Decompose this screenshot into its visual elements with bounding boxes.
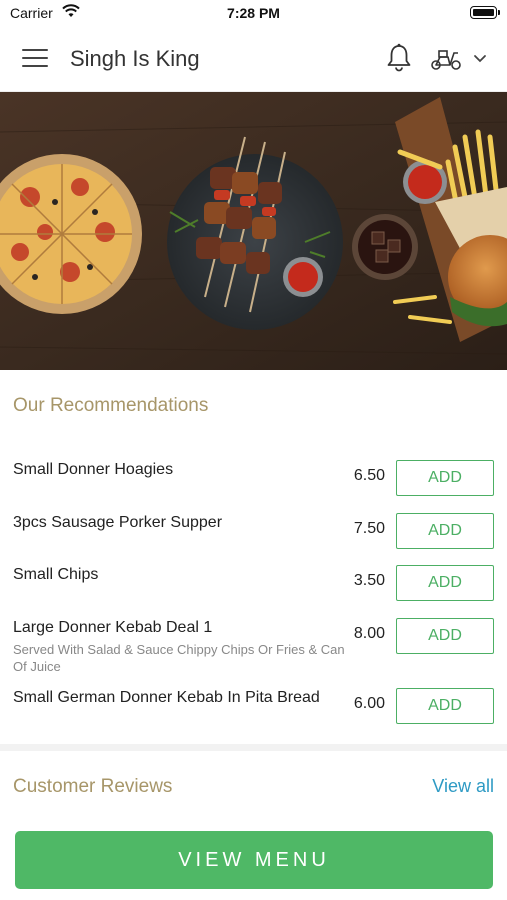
item-description: Served With Salad & Sauce Chippy Chips O… <box>13 642 345 674</box>
bell-icon[interactable] <box>385 43 413 73</box>
reviews-title: Customer Reviews <box>13 776 173 797</box>
scooter-icon[interactable] <box>430 47 462 71</box>
item-price: 6.00 <box>353 695 385 712</box>
item-name: Small Donner Hoagies <box>13 461 174 478</box>
app-title: Singh Is King <box>70 46 200 71</box>
item-price: 7.50 <box>353 520 385 537</box>
add-button[interactable]: ADD <box>396 513 494 549</box>
item-name: Large Donner Kebab Deal 1 <box>13 619 213 636</box>
menu-icon[interactable] <box>22 49 48 69</box>
add-button[interactable]: ADD <box>396 460 494 496</box>
item-name: Small German Donner Kebab In Pita Bread <box>13 689 320 706</box>
item-name: 3pcs Sausage Porker Supper <box>13 514 223 531</box>
item-price: 3.50 <box>353 572 385 589</box>
view-menu-button[interactable]: VIEW MENU <box>15 831 493 889</box>
recommendations-title: Our Recommendations <box>13 395 209 416</box>
section-divider <box>0 744 507 751</box>
status-bar: Carrier 7:28 PM <box>0 0 507 26</box>
add-button[interactable]: ADD <box>396 618 494 654</box>
add-button[interactable]: ADD <box>396 565 494 601</box>
app-header: Singh Is King <box>0 26 507 92</box>
view-all-link[interactable]: View all <box>432 776 494 797</box>
item-price: 8.00 <box>353 625 385 642</box>
item-name: Small Chips <box>13 566 99 583</box>
add-button[interactable]: ADD <box>396 688 494 724</box>
chevron-down-icon[interactable] <box>473 54 487 64</box>
battery-icon <box>470 6 500 19</box>
clock: 7:28 PM <box>227 5 280 21</box>
item-price: 6.50 <box>353 467 385 484</box>
hero-food-image <box>0 92 507 370</box>
